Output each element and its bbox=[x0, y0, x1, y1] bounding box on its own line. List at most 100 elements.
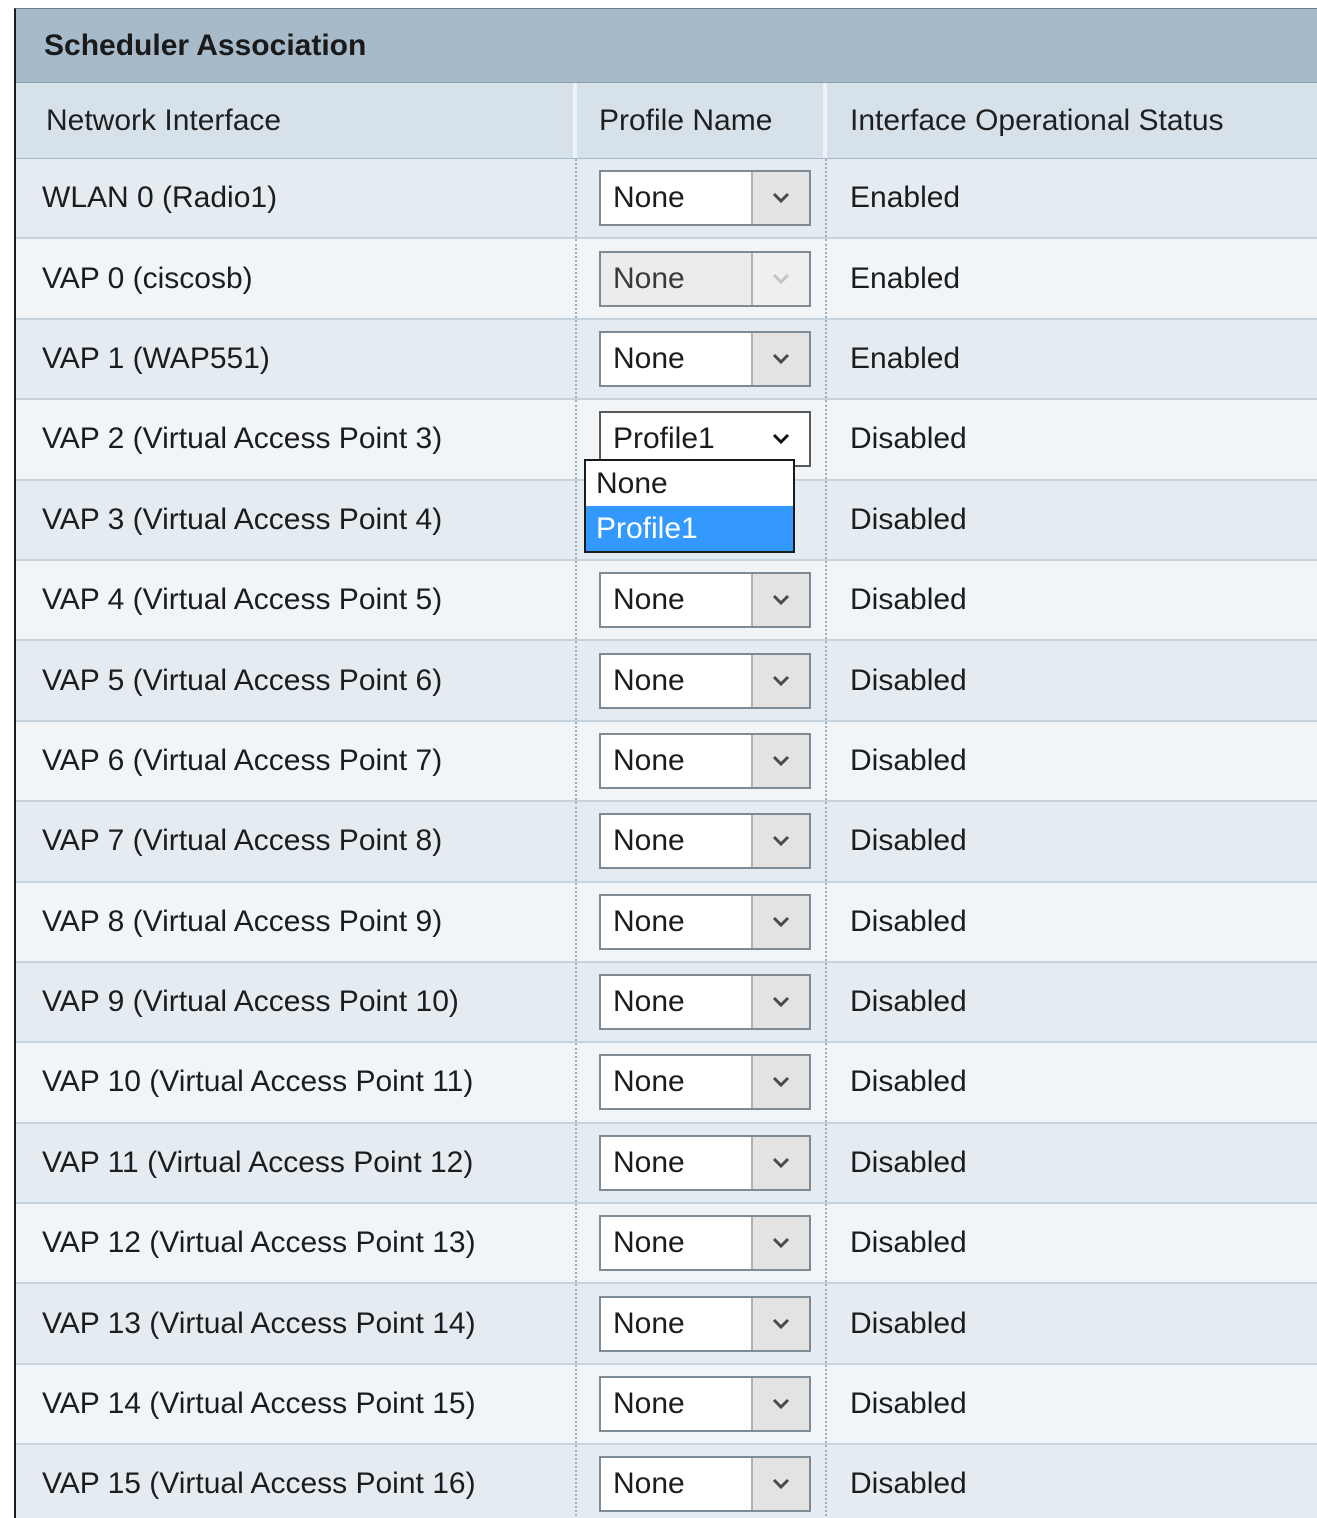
profile-select-arrow[interactable] bbox=[751, 734, 809, 787]
chevron-down-icon bbox=[772, 595, 790, 606]
chevron-down-icon bbox=[772, 273, 790, 284]
operational-status-cell: Enabled bbox=[850, 181, 961, 215]
operational-status-cell: Disabled bbox=[850, 1065, 967, 1099]
profile-name-cell: None bbox=[577, 641, 827, 720]
profile-select-arrow[interactable] bbox=[751, 1297, 809, 1350]
profile-select[interactable]: None bbox=[599, 330, 811, 387]
profile-select-arrow[interactable] bbox=[751, 1458, 809, 1511]
operational-status-cell: Disabled bbox=[850, 502, 967, 536]
profile-name-cell: None bbox=[577, 239, 827, 318]
table-row: VAP 6 (Virtual Access Point 7) None Disabl… bbox=[16, 721, 1317, 803]
profile-select-arrow[interactable] bbox=[751, 1217, 809, 1270]
operational-status-cell: Disabled bbox=[850, 985, 967, 1019]
profile-name-cell: None bbox=[577, 1445, 827, 1518]
profile-select-arrow[interactable] bbox=[751, 976, 809, 1029]
profile-select-value: None bbox=[613, 824, 685, 858]
chevron-down-icon bbox=[772, 1238, 790, 1249]
network-interface-cell: VAP 5 (Virtual Access Point 6) bbox=[16, 641, 577, 720]
profile-name-cell: None bbox=[577, 1364, 827, 1444]
profile-select: None bbox=[599, 250, 811, 307]
operational-status-cell: Disabled bbox=[850, 1306, 967, 1340]
column-header-profile-name: Profile Name bbox=[577, 83, 827, 158]
chevron-down-icon bbox=[772, 1077, 790, 1088]
profile-select-value: None bbox=[613, 904, 685, 938]
column-header-network-interface: Network Interface bbox=[16, 83, 577, 158]
network-interface-cell: VAP 14 (Virtual Access Point 15) bbox=[16, 1364, 577, 1444]
profile-name-cell: None bbox=[577, 159, 827, 238]
scheduler-association-panel: Scheduler Association Network Interface … bbox=[14, 8, 1317, 1518]
table-row: WLAN 0 (Radio1) None Enabled bbox=[16, 159, 1317, 240]
dropdown-option[interactable]: None bbox=[586, 461, 793, 506]
profile-name-cell: None bbox=[577, 319, 827, 399]
network-interface-cell: VAP 6 (Virtual Access Point 7) bbox=[16, 721, 577, 801]
profile-name-cell: None bbox=[577, 560, 827, 640]
profile-select[interactable]: None bbox=[599, 1215, 811, 1272]
profile-name-cell: None bbox=[577, 1284, 827, 1363]
profile-select[interactable]: None bbox=[599, 652, 811, 709]
network-interface-cell: VAP 2 (Virtual Access Point 3) bbox=[16, 400, 577, 479]
profile-select[interactable]: None bbox=[599, 1456, 811, 1513]
profile-select[interactable]: None bbox=[599, 572, 811, 629]
profile-select-value: None bbox=[613, 181, 685, 215]
table-row: VAP 10 (Virtual Access Point 11) None Disa… bbox=[16, 1043, 1317, 1124]
dropdown-option[interactable]: Profile1 bbox=[586, 506, 793, 551]
table-row: VAP 0 (ciscosb) None Enabled bbox=[16, 239, 1317, 320]
profile-select[interactable]: None bbox=[599, 893, 811, 950]
chevron-down-icon bbox=[772, 193, 790, 204]
network-interface-cell: VAP 11 (Virtual Access Point 12) bbox=[16, 1123, 577, 1203]
profile-select-arrow[interactable] bbox=[751, 172, 809, 225]
operational-status-cell: Disabled bbox=[850, 1387, 967, 1421]
table-row: VAP 4 (Virtual Access Point 5) None Disabl… bbox=[16, 560, 1317, 642]
profile-name-cell: None bbox=[577, 721, 827, 801]
profile-select[interactable]: None bbox=[599, 974, 811, 1031]
profile-select-value: None bbox=[613, 583, 685, 617]
profile-select-value: None bbox=[613, 985, 685, 1019]
profile-select-arrow[interactable] bbox=[751, 815, 809, 868]
table-body: WLAN 0 (Radio1) None Enabled VAP 0 (ciscosb… bbox=[16, 159, 1317, 1518]
profile-select-arrow[interactable] bbox=[751, 654, 809, 707]
profile-select[interactable]: None bbox=[599, 813, 811, 870]
network-interface-cell: VAP 1 (WAP551) bbox=[16, 319, 577, 399]
profile-select-arrow[interactable] bbox=[751, 1378, 809, 1431]
profile-select[interactable]: None bbox=[599, 1134, 811, 1191]
profile-select-value: None bbox=[613, 743, 685, 777]
profile-select-arrow[interactable] bbox=[751, 1136, 809, 1189]
profile-select-arrow[interactable] bbox=[753, 413, 809, 466]
network-interface-cell: VAP 9 (Virtual Access Point 10) bbox=[16, 962, 577, 1042]
profile-name-cell: None bbox=[577, 1043, 827, 1122]
table-header: Network Interface Profile Name Interface… bbox=[16, 83, 1317, 159]
profile-select-value: None bbox=[613, 663, 685, 697]
profile-select-arrow[interactable] bbox=[751, 1056, 809, 1109]
operational-status-cell: Disabled bbox=[850, 663, 967, 697]
table-row: VAP 12 (Virtual Access Point 13) None Disa… bbox=[16, 1204, 1317, 1285]
table-row: VAP 5 (Virtual Access Point 6) None Disabl… bbox=[16, 641, 1317, 722]
network-interface-cell: VAP 15 (Virtual Access Point 16) bbox=[16, 1445, 577, 1518]
profile-name-cell: None bbox=[577, 1123, 827, 1203]
profile-select-arrow[interactable] bbox=[751, 332, 809, 385]
profile-select-arrow[interactable] bbox=[751, 895, 809, 948]
operational-status-cell: Enabled bbox=[850, 261, 961, 295]
profile-select[interactable]: None bbox=[599, 1376, 811, 1433]
profile-name-cell: None bbox=[577, 802, 827, 881]
network-interface-cell: VAP 4 (Virtual Access Point 5) bbox=[16, 560, 577, 640]
profile-select[interactable]: None bbox=[599, 1054, 811, 1111]
profile-select-value: None bbox=[613, 1387, 685, 1421]
profile-select-arrow bbox=[751, 252, 809, 305]
operational-status-cell: Enabled bbox=[850, 341, 961, 375]
profile-select-arrow[interactable] bbox=[751, 574, 809, 627]
table-row: VAP 15 (Virtual Access Point 16) None Disa… bbox=[16, 1445, 1317, 1518]
chevron-down-icon bbox=[772, 1157, 790, 1168]
chevron-down-icon bbox=[772, 1398, 790, 1410]
network-interface-cell: VAP 0 (ciscosb) bbox=[16, 239, 577, 318]
profile-select[interactable]: None bbox=[599, 732, 811, 789]
network-interface-cell: VAP 8 (Virtual Access Point 9) bbox=[16, 882, 577, 961]
chevron-down-icon bbox=[772, 755, 790, 767]
table-row: VAP 9 (Virtual Access Point 10) None Disab… bbox=[16, 962, 1317, 1044]
profile-select[interactable]: None bbox=[599, 1295, 811, 1352]
table-row: VAP 14 (Virtual Access Point 15) None Disa… bbox=[16, 1364, 1317, 1446]
chevron-down-icon bbox=[772, 997, 790, 1008]
profile-select[interactable]: None bbox=[599, 170, 811, 227]
column-header-operational-status: Interface Operational Status bbox=[850, 103, 1224, 137]
profile-select-value: Profile1 bbox=[613, 422, 715, 456]
profile-select-value: None bbox=[613, 261, 685, 295]
